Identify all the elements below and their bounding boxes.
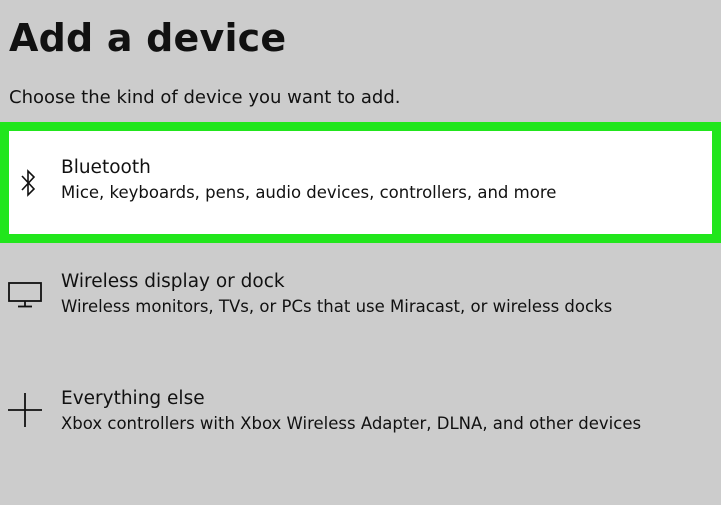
option-wireless-display-description: Wireless monitors, TVs, or PCs that use …	[61, 297, 613, 316]
option-everything-else-title: Everything else	[61, 388, 205, 409]
plus-icon	[7, 392, 43, 428]
option-bluetooth-title: Bluetooth	[61, 157, 151, 178]
monitor-icon	[7, 279, 43, 311]
option-bluetooth[interactable]: Bluetooth Mice, keyboards, pens, audio d…	[0, 122, 721, 243]
option-bluetooth-description: Mice, keyboards, pens, audio devices, co…	[61, 183, 557, 202]
option-everything-else-description: Xbox controllers with Xbox Wireless Adap…	[61, 414, 642, 433]
page-title: Add a device	[9, 16, 287, 60]
option-wireless-display-title: Wireless display or dock	[61, 271, 285, 292]
option-everything-else[interactable]: Everything else Xbox controllers with Xb…	[0, 372, 721, 472]
page-subtitle: Choose the kind of device you want to ad…	[9, 87, 401, 108]
option-wireless-display[interactable]: Wireless display or dock Wireless monito…	[0, 255, 721, 355]
bluetooth-icon	[17, 165, 39, 201]
